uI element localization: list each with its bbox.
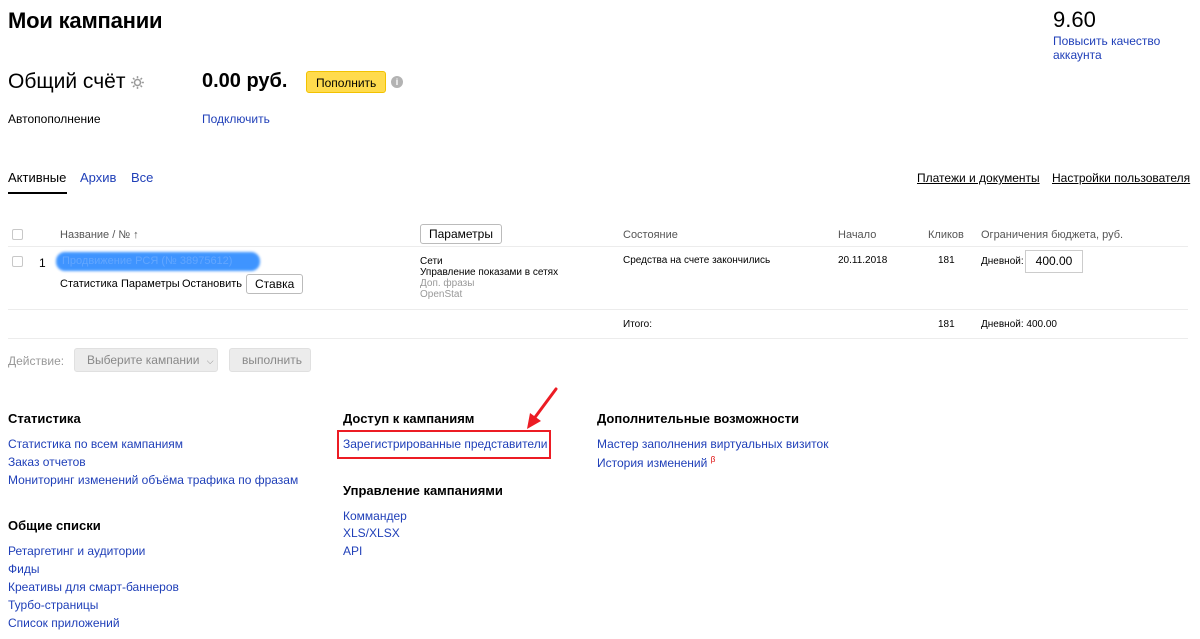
- user-settings-link[interactable]: Настройки пользователя: [1052, 171, 1190, 185]
- tab-active[interactable]: Активные: [8, 170, 66, 185]
- page-title: Мои кампании: [8, 8, 163, 33]
- link-vcard-wizard[interactable]: Мастер заполнения виртуальных визиток: [597, 437, 828, 451]
- link-apps-list[interactable]: Список приложений: [8, 616, 120, 630]
- row-action-params[interactable]: Параметры: [121, 278, 180, 290]
- link-retargeting[interactable]: Ретаргетинг и аудитории: [8, 544, 145, 558]
- quality-score: 9.60: [1053, 7, 1096, 32]
- history-link-wrap: История изменений β: [597, 455, 715, 470]
- highlight-box: [337, 430, 551, 459]
- common-lists-heading: Общие списки: [8, 518, 101, 533]
- link-smart-banners[interactable]: Креативы для смарт-баннеров: [8, 580, 179, 594]
- table-header-divider: [8, 246, 1188, 247]
- targeting-openstat: OpenStat: [420, 289, 463, 300]
- tab-archive[interactable]: Архив: [80, 170, 116, 185]
- row-divider: [8, 309, 1188, 310]
- row-index: 1: [39, 256, 46, 270]
- gear-icon[interactable]: [130, 75, 145, 90]
- total-clicks: 181: [938, 319, 955, 330]
- column-budget: Ограничения бюджета, руб.: [981, 229, 1124, 241]
- row-action-stop[interactable]: Остановить: [182, 278, 242, 290]
- bid-button[interactable]: Ставка: [246, 274, 304, 294]
- select-all-checkbox[interactable]: [12, 229, 23, 240]
- targeting-extra-phrases: Доп. фразы: [420, 278, 475, 289]
- management-heading: Управление кампаниями: [343, 483, 503, 498]
- link-reports-order[interactable]: Заказ отчетов: [8, 455, 86, 469]
- improve-quality-link[interactable]: Повысить качество аккаунта: [1053, 34, 1183, 62]
- info-icon[interactable]: i: [391, 76, 403, 88]
- params-column-button[interactable]: Параметры: [420, 224, 502, 244]
- row-clicks: 181: [938, 255, 955, 266]
- action-label: Действие:: [8, 354, 65, 368]
- campaign-name-link[interactable]: Продвижение РСЯ (№ 38975612): [62, 255, 232, 267]
- link-xls[interactable]: XLS/XLSX: [343, 526, 400, 540]
- autopay-connect-link[interactable]: Подключить: [202, 112, 270, 126]
- payments-documents-link[interactable]: Платежи и документы: [917, 171, 1040, 185]
- total-budget: Дневной: 400.00: [981, 319, 1057, 330]
- targeting-networks: Сети: [420, 256, 443, 267]
- account-title: Общий счёт: [8, 70, 126, 93]
- column-name[interactable]: Название / № ↑: [60, 229, 139, 241]
- tab-all[interactable]: Все: [131, 170, 153, 185]
- link-api[interactable]: API: [343, 544, 362, 558]
- autopay-label: Автопополнение: [8, 112, 101, 126]
- extra-heading: Дополнительные возможности: [597, 411, 799, 426]
- campaign-action-select[interactable]: Выберите кампании ⌵: [74, 348, 218, 372]
- link-all-campaigns-stats[interactable]: Статистика по всем кампаниям: [8, 437, 183, 451]
- active-tab-underline: [8, 192, 67, 194]
- annotation-arrow-icon: [527, 387, 558, 429]
- topup-button[interactable]: Пополнить: [306, 71, 387, 93]
- execute-button[interactable]: выполнить: [229, 348, 311, 372]
- campaign-action-select-text: Выберите кампании: [87, 353, 200, 367]
- column-clicks: Кликов: [928, 229, 964, 241]
- total-label: Итого:: [623, 319, 652, 330]
- beta-badge: β: [710, 455, 716, 464]
- column-status: Состояние: [623, 229, 678, 241]
- link-traffic-monitoring[interactable]: Мониторинг изменений объёма трафика по ф…: [8, 473, 298, 487]
- access-heading: Доступ к кампаниям: [343, 411, 475, 426]
- row-checkbox[interactable]: [12, 256, 23, 267]
- row-status: Средства на счете закончились: [623, 255, 771, 266]
- account-balance: 0.00 руб.: [202, 70, 288, 92]
- daily-budget-input[interactable]: 400.00: [1025, 250, 1083, 273]
- total-divider: [8, 338, 1188, 339]
- link-change-history[interactable]: История изменений: [597, 456, 707, 470]
- column-start: Начало: [838, 229, 877, 241]
- budget-label: Дневной:: [981, 256, 1024, 267]
- link-feeds[interactable]: Фиды: [8, 562, 39, 576]
- chevron-down-icon: ⌵: [206, 356, 214, 366]
- link-commander[interactable]: Коммандер: [343, 509, 407, 523]
- targeting-network-control: Управление показами в сетях: [420, 267, 559, 278]
- link-turbo-pages[interactable]: Турбо-страницы: [8, 598, 98, 612]
- row-action-statistics[interactable]: Статистика: [60, 278, 118, 290]
- row-start-date: 20.11.2018: [838, 255, 888, 266]
- statistics-heading: Статистика: [8, 411, 81, 426]
